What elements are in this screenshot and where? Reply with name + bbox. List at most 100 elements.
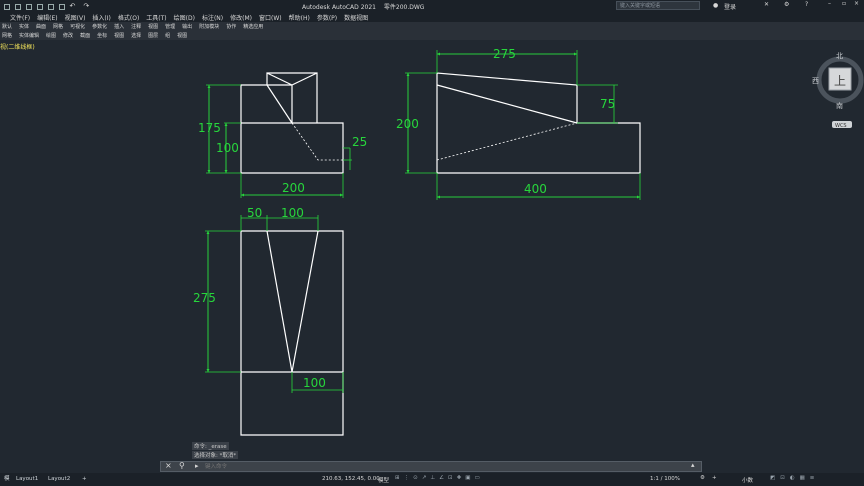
help-icon[interactable]: ?	[805, 1, 808, 8]
close-icon[interactable]: ×	[854, 0, 859, 7]
menu-item-2[interactable]: 视图(V)	[65, 15, 86, 22]
new-icon[interactable]	[4, 3, 10, 10]
menu-item-9[interactable]: 窗口(W)	[259, 15, 282, 22]
plus-icon[interactable]: +	[712, 475, 717, 481]
dim-100-top-bottom[interactable]: 100	[303, 376, 326, 390]
ribbon-tab-3[interactable]: 网格	[53, 24, 63, 30]
command-line[interactable]: × ⚲ ▸ ▴	[160, 461, 702, 472]
undo-icon[interactable]: ↶	[70, 2, 76, 10]
command-history: 命令: _erase 选择对象: *取消*	[192, 442, 239, 460]
quick-access-toolbar: ↶ ↷	[4, 2, 89, 10]
compass-south[interactable]: 南	[836, 101, 843, 110]
dim-200-side[interactable]: 200	[396, 117, 419, 131]
command-prompt-icon: ▸	[195, 462, 199, 470]
tab-layout2[interactable]: Layout2	[44, 474, 74, 484]
drawing-canvas[interactable]: 175 100 200 25 275 200 75 400 50 100 275…	[0, 40, 864, 460]
login-button[interactable]: 登录	[724, 2, 736, 11]
panel-item-6[interactable]: 视图	[114, 33, 124, 39]
ribbon-tab-bar: 默认 实体 曲面 网格 可视化 参数化 插入 注释 视图 管理 输出 附加模块 协作 精选应用	[0, 22, 864, 31]
panel-item-7[interactable]: 选择	[131, 33, 141, 39]
menu-item-12[interactable]: 数据视图	[344, 15, 368, 22]
dim-75[interactable]: 75	[600, 97, 615, 111]
print-icon[interactable]	[47, 3, 54, 10]
ribbon-tab-8[interactable]: 视图	[148, 24, 158, 30]
ribbon-tab-13[interactable]: 精选应用	[243, 24, 263, 30]
dim-275-top[interactable]: 275	[193, 291, 216, 305]
dim-200-front[interactable]: 200	[282, 181, 305, 195]
restore-icon[interactable]: ▫	[842, 0, 846, 7]
menu-item-3[interactable]: 插入(I)	[92, 15, 110, 22]
redo-icon[interactable]: ↷	[83, 2, 89, 10]
compass-north[interactable]: 北	[836, 52, 843, 60]
search-input[interactable]: 键入关键字或短语	[616, 1, 700, 10]
dim-50[interactable]: 50	[247, 206, 262, 220]
menu-item-11[interactable]: 参数(P)	[317, 15, 337, 22]
dim-25[interactable]: 25	[352, 135, 367, 149]
model-space-toggle[interactable]: 模型	[378, 476, 389, 484]
dim-275-side[interactable]: 275	[493, 47, 516, 61]
ribbon-tab-9[interactable]: 管理	[165, 24, 175, 30]
command-history-line: 选择对象: *取消*	[192, 451, 239, 459]
app-title: Autodesk AutoCAD 2021	[302, 4, 376, 11]
ribbon-tab-0[interactable]: 默认	[2, 24, 12, 30]
dim-100-front[interactable]: 100	[216, 141, 239, 155]
menu-item-10[interactable]: 帮助(H)	[289, 15, 310, 22]
viewcube-top-face[interactable]: 上	[834, 74, 846, 88]
coordinate-readout[interactable]: 210.63, 152.45, 0.00	[322, 476, 380, 482]
ribbon-tab-2[interactable]: 曲面	[36, 24, 46, 30]
annotation-scale[interactable]: 1:1 / 100%	[650, 476, 680, 482]
ribbon-tab-11[interactable]: 附加模块	[199, 24, 219, 30]
compass-west[interactable]: 西	[812, 77, 819, 85]
minimize-icon[interactable]: –	[828, 0, 831, 7]
dim-175[interactable]: 175	[198, 121, 221, 135]
ribbon-tab-1[interactable]: 实体	[19, 24, 29, 30]
panel-item-3[interactable]: 修改	[63, 33, 73, 39]
close-command-icon[interactable]: ×	[165, 461, 172, 470]
units-selector[interactable]: 小数	[742, 476, 753, 484]
ribbon-tab-4[interactable]: 可视化	[70, 24, 85, 30]
open-icon[interactable]	[14, 3, 21, 10]
ribbon-tab-10[interactable]: 输出	[182, 24, 192, 30]
save-icon[interactable]	[25, 3, 32, 10]
dim-100-top[interactable]: 100	[281, 206, 304, 220]
panel-item-0[interactable]: 网格	[2, 33, 12, 39]
panel-item-2[interactable]: 绘图	[46, 33, 56, 39]
title-bar: ↶ ↷ Autodesk AutoCAD 2021 零件200.DWG 键入关键…	[0, 0, 864, 11]
panel-item-8[interactable]: 图层	[148, 33, 158, 39]
dim-400[interactable]: 400	[524, 182, 547, 196]
ribbon-tab-12[interactable]: 协作	[226, 24, 236, 30]
panel-item-1[interactable]: 实体编辑	[19, 33, 39, 39]
menu-item-6[interactable]: 绘图(D)	[174, 15, 195, 22]
menu-item-1[interactable]: 编辑(E)	[37, 15, 57, 22]
add-layout-button[interactable]: +	[78, 474, 91, 484]
command-expand-icon[interactable]: ▴	[691, 461, 695, 469]
connect-icon[interactable]: ⚙	[784, 1, 789, 8]
menu-item-4[interactable]: 格式(O)	[118, 15, 139, 22]
menu-item-7[interactable]: 标注(N)	[202, 15, 223, 22]
panel-item-4[interactable]: 截面	[80, 33, 90, 39]
panel-item-10[interactable]: 视图	[177, 33, 187, 39]
ribbon-tab-6[interactable]: 插入	[114, 24, 124, 30]
top-view[interactable]	[240, 230, 344, 436]
tab-layout1[interactable]: Layout1	[12, 474, 42, 484]
viewcube[interactable]: 上 北 西 南 WCS	[812, 52, 864, 129]
saveas-icon[interactable]	[36, 3, 43, 10]
status-tools[interactable]: ◩⊡◐▦≡	[770, 475, 819, 481]
ribbon-tab-5[interactable]: 参数化	[92, 24, 107, 30]
window-title: Autodesk AutoCAD 2021 零件200.DWG	[302, 2, 424, 11]
ribbon-tab-7[interactable]: 注释	[131, 24, 141, 30]
user-icon[interactable]: ●	[713, 2, 718, 9]
menu-item-8[interactable]: 修改(M)	[230, 15, 252, 22]
command-input[interactable]	[205, 463, 675, 470]
front-view[interactable]	[240, 72, 344, 174]
panel-item-9[interactable]: 组	[165, 33, 170, 39]
drafting-toggles[interactable]: ⊞⋮⊙↗⊥∠⊡✚▣▭	[395, 475, 484, 481]
panel-item-5[interactable]: 坐标	[97, 33, 107, 39]
exchange-icon[interactable]: ✕	[764, 1, 769, 8]
gear-icon[interactable]: ⚙	[700, 475, 705, 481]
menu-item-5[interactable]: 工具(T)	[146, 15, 166, 22]
plot-icon[interactable]	[58, 3, 65, 10]
wcs-menu[interactable]: WCS	[835, 123, 847, 129]
menu-item-0[interactable]: 文件(F)	[10, 15, 30, 22]
customize-icon[interactable]: ⚲	[179, 461, 185, 470]
